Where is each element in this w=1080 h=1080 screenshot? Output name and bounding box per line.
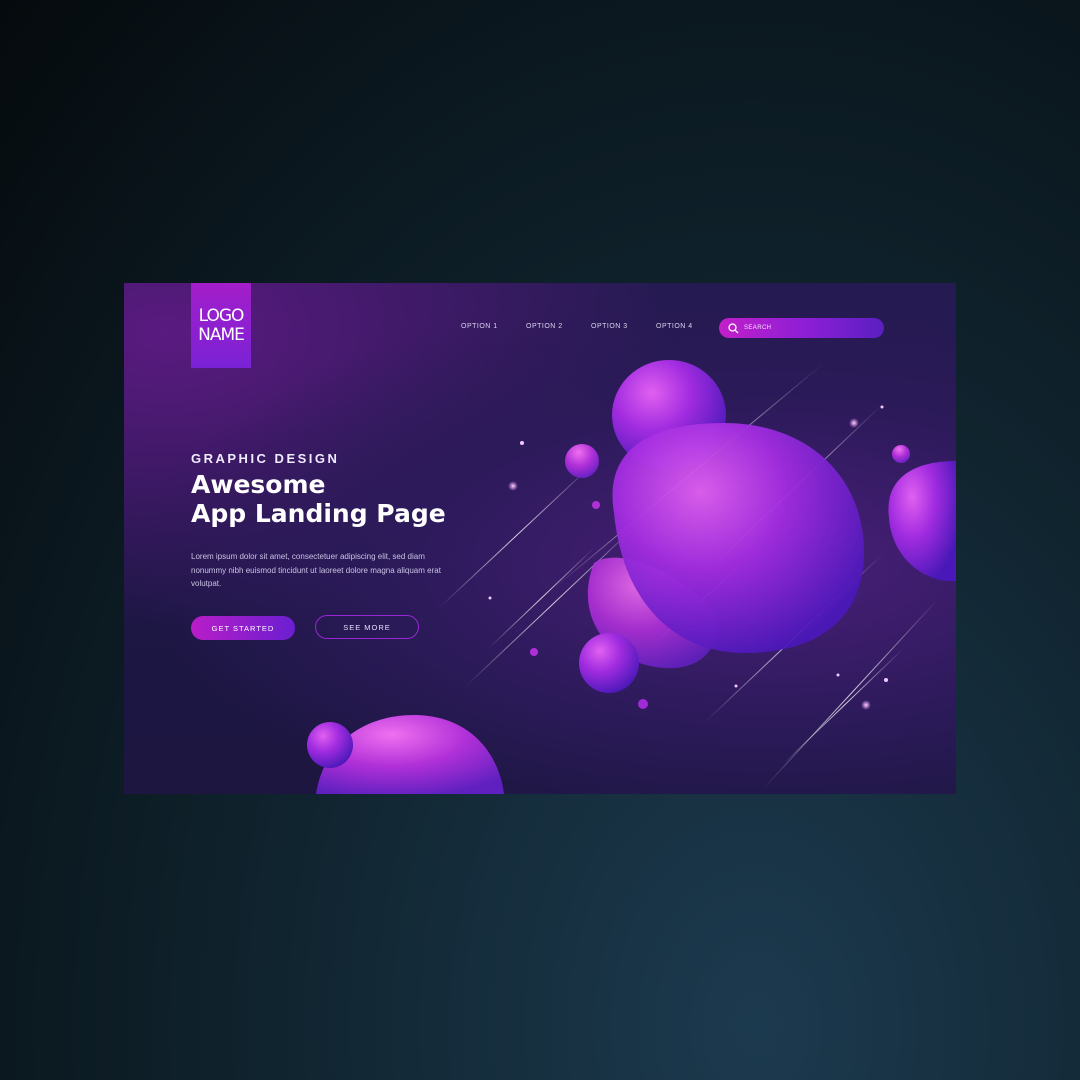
hero-body: Lorem ipsum dolor sit amet, consectetuer…	[191, 552, 441, 588]
sphere-dot-1	[592, 501, 600, 509]
hero-title-line-1: Awesome	[191, 470, 326, 499]
logo-line-2: NAME	[198, 324, 245, 345]
blob-right	[888, 461, 956, 582]
nav-item-option-2[interactable]: OPTION 2	[526, 323, 591, 330]
sphere-dot-2	[530, 648, 538, 656]
nav-item-option-3[interactable]: OPTION 3	[591, 323, 656, 330]
landing-page-mockup: LOGO NAME OPTION 1 OPTION 2 OPTION 3 OPT…	[124, 283, 956, 794]
sphere-small-1	[565, 444, 599, 478]
logo[interactable]: LOGO NAME	[191, 283, 251, 368]
hero-title-line-2: App Landing Page	[191, 499, 446, 528]
search-icon	[728, 322, 739, 333]
get-started-button[interactable]: GET STARTED	[191, 616, 295, 640]
nav-item-option-1[interactable]: OPTION 1	[461, 323, 526, 330]
hero-title: Awesome App Landing Page	[191, 470, 446, 528]
see-more-button[interactable]: SEE MORE	[315, 615, 419, 639]
nav-item-option-4[interactable]: OPTION 4	[656, 323, 721, 330]
search-bar[interactable]: SEARCH	[719, 318, 884, 338]
sphere-bottom-small	[307, 722, 353, 768]
logo-line-1: LOGO	[198, 305, 245, 326]
search-placeholder: SEARCH	[744, 325, 772, 331]
sphere-medium	[579, 633, 639, 693]
sphere-tiny-1	[892, 445, 910, 463]
top-nav: OPTION 1 OPTION 2 OPTION 3 OPTION 4	[461, 323, 721, 330]
hero-eyebrow: GRAPHIC DESIGN	[191, 451, 340, 466]
sphere-dot-3	[638, 699, 648, 709]
